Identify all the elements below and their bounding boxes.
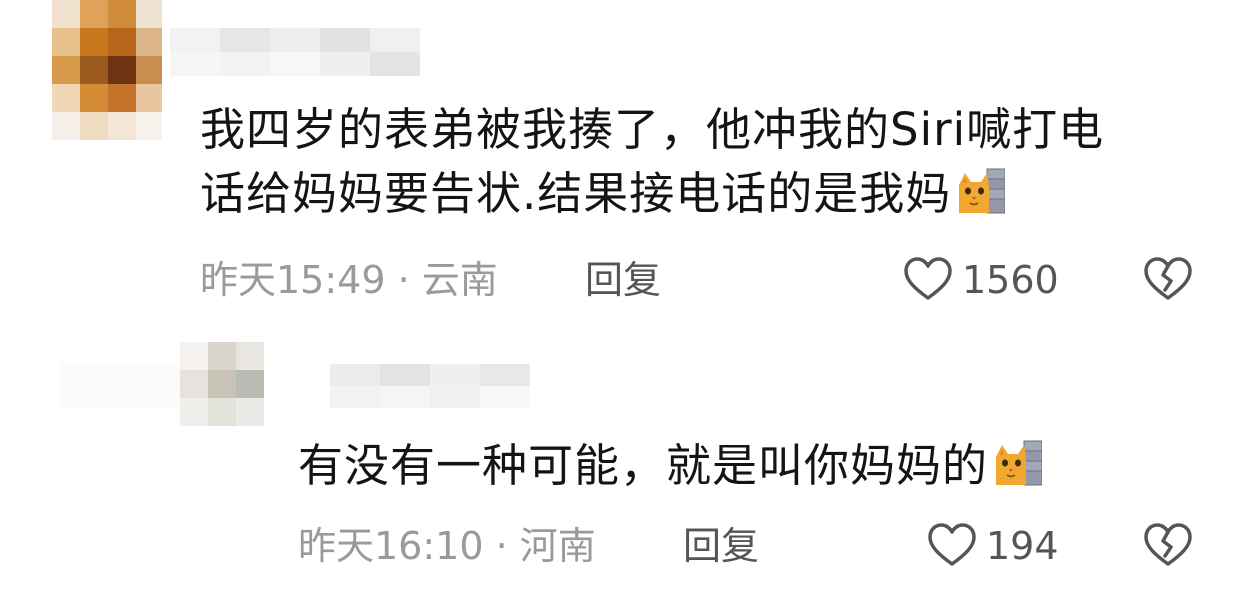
comment-location: 云南 — [421, 258, 498, 302]
comment-text-line: 我四岁的表弟被我揍了，他冲我的Siri喊打电 — [200, 103, 1105, 156]
meta-separator: · — [495, 524, 508, 568]
comment-text-line: 话给妈妈要告状.结果接电话的是我妈 — [200, 162, 1104, 226]
comment-thread: 我四岁的表弟被我揍了，他冲我的Siri喊打电 话给妈妈要告状.结果接电话的是我妈… — [0, 0, 1260, 608]
comment-text: 我四岁的表弟被我揍了，他冲我的Siri喊打电 话给妈妈要告状.结果接电话的是我妈 — [200, 98, 1104, 226]
comment-timestamp: 昨天16:10 · 河南 — [298, 524, 596, 568]
reply-button[interactable]: 回复 — [683, 524, 759, 568]
cat-peeking-icon — [996, 440, 1043, 486]
heart-outline-icon — [904, 257, 952, 300]
like-button[interactable]: 194 — [926, 520, 1059, 572]
reply-button[interactable]: 回复 — [585, 258, 661, 302]
comment-time: 昨天16:10 — [298, 524, 484, 568]
username[interactable] — [60, 364, 530, 408]
comment-timestamp: 昨天15:49 · 云南 — [200, 258, 498, 302]
meta-separator: · — [397, 258, 410, 302]
comment-text: 有没有一种可能，就是叫你妈妈的 — [298, 434, 1043, 498]
cat-peeking-icon — [959, 168, 1006, 214]
heart-outline-icon — [928, 523, 976, 566]
broken-heart-icon[interactable] — [1142, 520, 1194, 572]
like-button[interactable]: 1560 — [902, 254, 1059, 306]
like-count: 1560 — [962, 258, 1059, 302]
broken-heart-icon[interactable] — [1142, 254, 1194, 306]
comment-location: 河南 — [519, 524, 596, 568]
like-count: 194 — [986, 524, 1059, 568]
avatar[interactable] — [52, 0, 162, 140]
comment-time: 昨天15:49 — [200, 258, 386, 302]
username[interactable] — [170, 28, 420, 76]
comment-text-line: 有没有一种可能，就是叫你妈妈的 — [298, 434, 1043, 498]
